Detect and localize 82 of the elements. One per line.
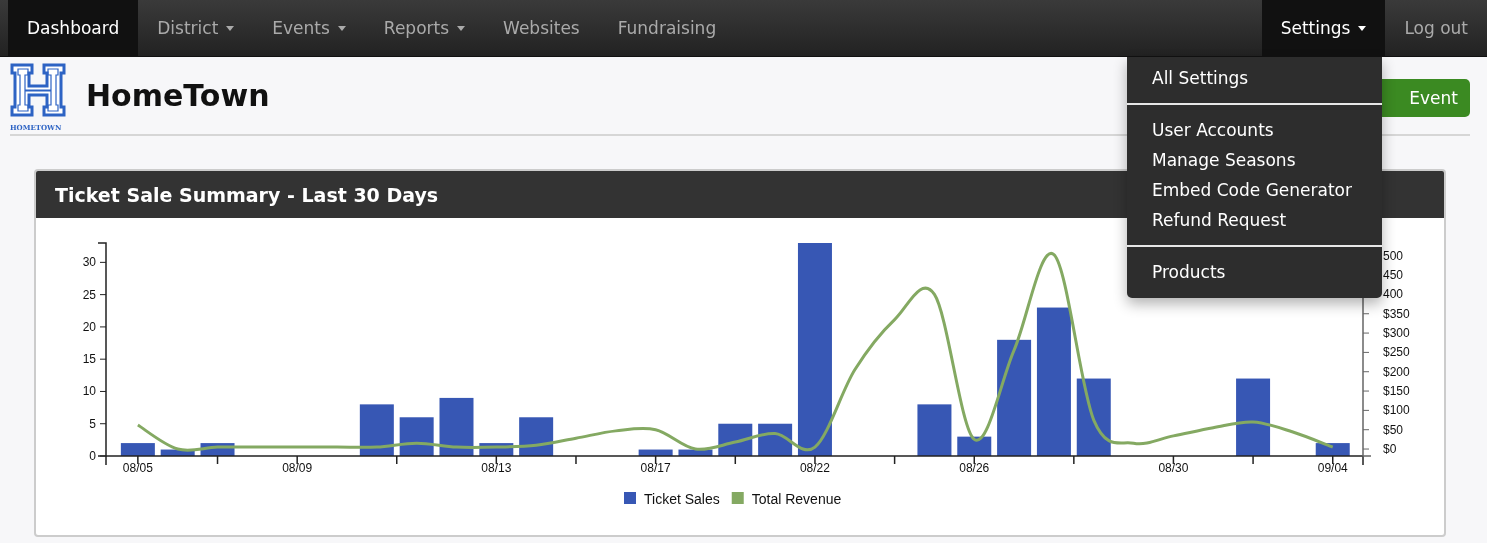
tick-mark [1362,313,1370,315]
tick-mark [396,455,398,465]
bar [439,397,474,456]
tick-mark [575,455,577,465]
legend-swatch [624,492,636,504]
axis-label: 500 [1383,248,1404,263]
axis-label: 15 [82,352,96,367]
nav-item[interactable]: Settings [1261,0,1386,56]
nav-item[interactable]: Reports [364,0,485,56]
tick-mark [216,455,219,465]
axis-label: $250 [1383,345,1410,360]
axis-label: $50 [1383,422,1404,437]
tick-mark [814,455,816,465]
tick-mark [99,358,107,360]
axis-label: 08/05 [122,461,153,475]
tick-mark [1252,455,1254,465]
bar [678,449,713,456]
tick-mark [99,261,107,263]
axis-label: 08/17 [640,461,671,475]
axis-label: $350 [1383,306,1410,321]
tick-mark [1362,332,1370,334]
nav-item[interactable]: Dashboard [8,0,139,56]
tick-mark [1172,455,1175,465]
axis-label: $150 [1383,384,1410,399]
bar [638,449,673,456]
axis-label: 5 [89,416,96,431]
menu-item[interactable]: Manage Seasons [1127,146,1382,176]
legend-label: Ticket Sales [644,491,720,507]
site-title: HomeTown [86,78,270,113]
menu-item[interactable]: Embed Code Generator [1127,176,1382,206]
axis-label: 25 [82,287,96,302]
tick-mark [495,455,498,465]
legend-swatch [731,492,744,504]
axis-label: 0 [89,449,96,463]
axis-label: $200 [1383,364,1410,379]
tick-mark [1362,448,1370,450]
tick-mark [1332,455,1334,465]
bar [917,404,952,456]
axis-label: 08/26 [959,461,990,475]
tick-mark [1073,455,1075,465]
tick-mark [1362,390,1370,392]
tick-mark [654,455,657,465]
tick-mark [99,455,107,457]
tick-mark [99,294,107,296]
axis-label: 08/09 [282,461,313,475]
bar [957,436,992,456]
tick-mark [99,326,107,328]
axis-label: 09/04 [1317,461,1348,475]
axis-label: $300 [1383,326,1410,341]
menu-item[interactable]: Products [1127,258,1382,288]
bar [359,404,394,456]
tick-mark [137,455,139,465]
menu-item[interactable]: User Accounts [1127,116,1382,146]
bar [160,449,195,456]
menu-item[interactable]: Refund Request [1127,206,1382,236]
nav-item[interactable]: Log out [1385,0,1487,56]
tick-mark [1362,371,1370,373]
tick-mark [1362,351,1370,353]
tick-mark [99,423,107,425]
tick-mark [893,455,896,465]
axis-label: $0 [1383,442,1397,457]
axis-label: 20 [82,319,96,334]
tick-mark [99,390,107,392]
nav-item[interactable]: Events [253,0,365,56]
axis-label: 10 [82,384,96,399]
axis-label: 08/13 [481,461,512,475]
tick-mark [734,455,737,465]
panel-title: Ticket Sale Summary - Last 30 Days [55,183,439,206]
tick-mark [1362,429,1370,431]
legend-label: Total Revenue [751,491,842,507]
axis-label: 08/30 [1158,461,1189,475]
axis-label: $100 [1383,403,1410,418]
tick-mark [1362,409,1370,411]
axis-label: 30 [82,255,96,270]
nav-item[interactable]: Websites [484,0,599,56]
nav-item[interactable]: District [138,0,254,56]
tick-mark [296,455,298,465]
axis-label: 08/22 [799,461,830,475]
axis-label: 450 [1383,268,1404,283]
axis-label: 400 [1383,287,1404,302]
nav-item[interactable]: Fundraising [598,0,736,56]
tick-mark [973,455,975,465]
